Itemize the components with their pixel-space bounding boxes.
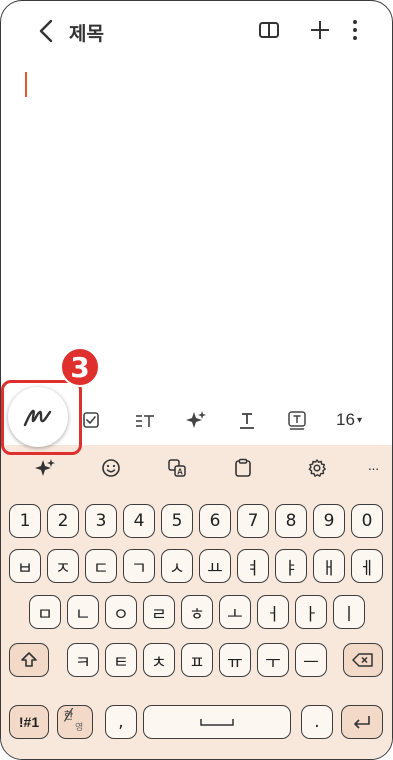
key-a[interactable]: ㅏ: [295, 595, 327, 629]
more-options-button[interactable]: [341, 15, 369, 45]
space-icon: [200, 719, 234, 726]
font-size-selector[interactable]: 16 ▾: [327, 408, 371, 432]
key-u[interactable]: ㅜ: [257, 643, 289, 677]
svg-text:A: A: [177, 468, 183, 477]
key-bieup[interactable]: ㅂ: [9, 549, 41, 583]
step-badge: 3: [60, 347, 100, 387]
key-tieut[interactable]: ㅌ: [105, 643, 137, 677]
settings-icon: [308, 459, 326, 477]
back-button[interactable]: [35, 15, 57, 47]
key-digeut[interactable]: ㄷ: [85, 549, 117, 583]
key-yu[interactable]: ㅠ: [219, 643, 251, 677]
key-3[interactable]: 3: [85, 504, 117, 538]
key-o[interactable]: ㅗ: [219, 595, 251, 629]
highlight-box: [1, 380, 82, 455]
text-cursor: [25, 72, 27, 97]
key-6[interactable]: 6: [199, 504, 231, 538]
ai-assist-button[interactable]: [183, 408, 209, 432]
key-eu[interactable]: ㅡ: [295, 643, 327, 677]
note-title[interactable]: 제목: [69, 19, 104, 46]
chevron-down-icon: ▾: [356, 414, 362, 426]
enter-icon: [354, 716, 370, 729]
key-9[interactable]: 9: [313, 504, 345, 538]
key-siot[interactable]: ㅅ: [161, 549, 193, 583]
symbols-key[interactable]: !#1: [9, 705, 49, 739]
more-horizontal-icon[interactable]: ···: [359, 455, 387, 481]
shift-key[interactable]: [9, 643, 49, 677]
checkbox-button[interactable]: [79, 408, 103, 432]
clipboard-icon: [235, 458, 251, 477]
shift-icon: [21, 652, 37, 667]
key-eo[interactable]: ㅓ: [257, 595, 289, 629]
period-key[interactable]: .: [301, 705, 333, 739]
font-size-value: 16: [336, 410, 355, 429]
key-4[interactable]: 4: [123, 504, 155, 538]
key-ieung[interactable]: ㅇ: [105, 595, 137, 629]
add-button[interactable]: [306, 15, 334, 45]
translate-icon: A: [168, 459, 186, 477]
ai-sparkle-icon: [35, 459, 55, 476]
key-yo[interactable]: ㅛ: [199, 549, 231, 583]
key-rieul[interactable]: ㄹ: [143, 595, 175, 629]
key-ae[interactable]: ㅐ: [313, 549, 345, 583]
slash-divider: ⁄: [67, 705, 71, 726]
book-icon: [259, 22, 279, 38]
key-jieut[interactable]: ㅈ: [47, 549, 79, 583]
emoji-button[interactable]: [97, 455, 125, 481]
translate-button[interactable]: A: [163, 455, 191, 481]
comma-key[interactable]: ,: [105, 705, 137, 739]
key-kieuk[interactable]: ㅋ: [67, 643, 99, 677]
key-chieut[interactable]: ㅊ: [143, 643, 175, 677]
app-header: 제목: [1, 1, 392, 63]
note-editor[interactable]: [1, 63, 392, 393]
ai-sparkle-icon: [186, 411, 206, 428]
key-giyeok[interactable]: ㄱ: [123, 549, 155, 583]
phone-frame: 제목 3 16 ▾ A ··· 1 2 3 4 5 6 7 8 9 0 ㅂ ㅈ …: [0, 0, 393, 760]
key-0[interactable]: 0: [351, 504, 383, 538]
key-nieun[interactable]: ㄴ: [67, 595, 99, 629]
key-e[interactable]: ㅔ: [351, 549, 383, 583]
key-mieum[interactable]: ㅁ: [29, 595, 61, 629]
backspace-key[interactable]: [343, 643, 383, 677]
key-pieup[interactable]: ㅍ: [181, 643, 213, 677]
key-5[interactable]: 5: [161, 504, 193, 538]
plus-icon: [311, 21, 329, 39]
key-hieut[interactable]: ㅎ: [181, 595, 213, 629]
key-yeo[interactable]: ㅕ: [237, 549, 269, 583]
key-i[interactable]: ㅣ: [333, 595, 365, 629]
clipboard-button[interactable]: [229, 455, 257, 481]
emoji-icon: [102, 459, 120, 477]
kb-ai-button[interactable]: [31, 455, 59, 481]
text-box-icon: [288, 411, 306, 430]
key-7[interactable]: 7: [237, 504, 269, 538]
text-style-icon: [136, 415, 154, 427]
enter-key[interactable]: [341, 705, 383, 739]
key-8[interactable]: 8: [275, 504, 307, 538]
key-1[interactable]: 1: [9, 504, 41, 538]
key-ya[interactable]: ㅑ: [275, 549, 307, 583]
book-view-button[interactable]: [255, 15, 283, 45]
lang-eng-label: 영: [75, 723, 84, 733]
text-box-button[interactable]: [285, 408, 309, 432]
key-2[interactable]: 2: [47, 504, 79, 538]
keyboard: A ··· 1 2 3 4 5 6 7 8 9 0 ㅂ ㅈ ㄷ ㄱ ㅅ ㅛ ㅕ …: [1, 445, 392, 759]
backspace-icon: [352, 653, 373, 667]
keyboard-settings-button[interactable]: [303, 455, 331, 481]
language-switch-key[interactable]: 한 ⁄ 영: [57, 705, 93, 739]
text-style-button[interactable]: [132, 408, 158, 432]
space-key[interactable]: [143, 705, 291, 739]
underline-text-icon: [240, 413, 254, 429]
checkbox-icon: [83, 412, 99, 428]
text-format-button[interactable]: [235, 408, 259, 432]
chevron-left-icon: [39, 19, 53, 43]
more-vertical-icon: [353, 20, 357, 40]
